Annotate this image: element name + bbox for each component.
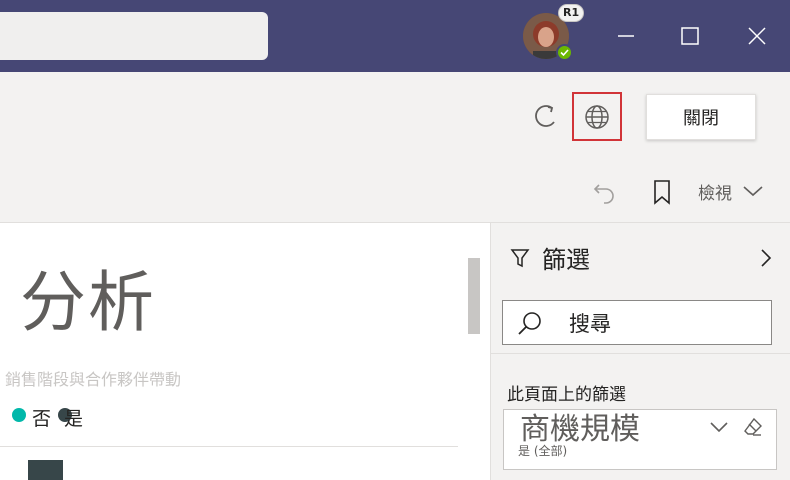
maximize-button[interactable] (672, 18, 708, 54)
filter-search-input[interactable]: 搜尋 (502, 300, 772, 345)
chevron-right-icon (761, 249, 772, 267)
clear-filter-button[interactable] (742, 416, 764, 438)
bookmark-button[interactable] (648, 176, 676, 208)
search-icon (517, 310, 543, 336)
global-search-box[interactable] (0, 12, 268, 60)
close-button[interactable]: 關閉 (646, 94, 756, 140)
legend-dot-no (12, 408, 26, 422)
undo-icon (593, 184, 614, 204)
filter-pane-divider (490, 353, 790, 354)
report-canvas (0, 222, 490, 480)
filter-search-placeholder: 搜尋 (569, 311, 611, 336)
filter-pane-header: 篩選 (510, 240, 590, 275)
minimize-icon (618, 35, 634, 37)
bookmark-icon (654, 180, 670, 205)
undo-button[interactable] (590, 178, 620, 208)
minimize-button[interactable] (608, 18, 644, 54)
expand-filter-card-button[interactable] (708, 418, 730, 436)
filter-icon (510, 248, 530, 267)
report-title: 分析 (20, 264, 156, 341)
view-menu-button[interactable]: 檢視 (698, 176, 764, 206)
canvas-scrollbar[interactable] (468, 258, 480, 334)
report-subtitle: 銷售階段與合作夥伴帶動 (5, 370, 182, 389)
filters-on-page-label: 此頁面上的篩選 (507, 385, 626, 405)
canvas-divider (0, 446, 458, 447)
legend-label-no: 否 (32, 408, 52, 430)
check-icon (560, 49, 569, 57)
chevron-down-icon (710, 422, 728, 433)
chart-bar[interactable] (28, 460, 63, 480)
refresh-button[interactable] (530, 100, 562, 132)
close-icon (748, 27, 766, 45)
close-window-button[interactable] (739, 18, 775, 54)
chevron-down-icon (743, 186, 763, 197)
maximize-icon (681, 27, 699, 45)
language-button[interactable] (572, 92, 622, 141)
filter-card-value: 是 (全部) (518, 444, 568, 458)
view-label: 檢視 (698, 183, 732, 204)
globe-icon (585, 104, 609, 129)
filter-pane-title: 篩選 (542, 246, 590, 274)
legend-label-yes: 是 (64, 408, 84, 430)
refresh-icon (535, 105, 555, 127)
avatar-ring-badge: R1 (558, 4, 585, 22)
presence-status-badge (556, 44, 573, 61)
eraser-icon (744, 417, 762, 436)
collapse-filter-pane-button[interactable] (756, 246, 776, 270)
